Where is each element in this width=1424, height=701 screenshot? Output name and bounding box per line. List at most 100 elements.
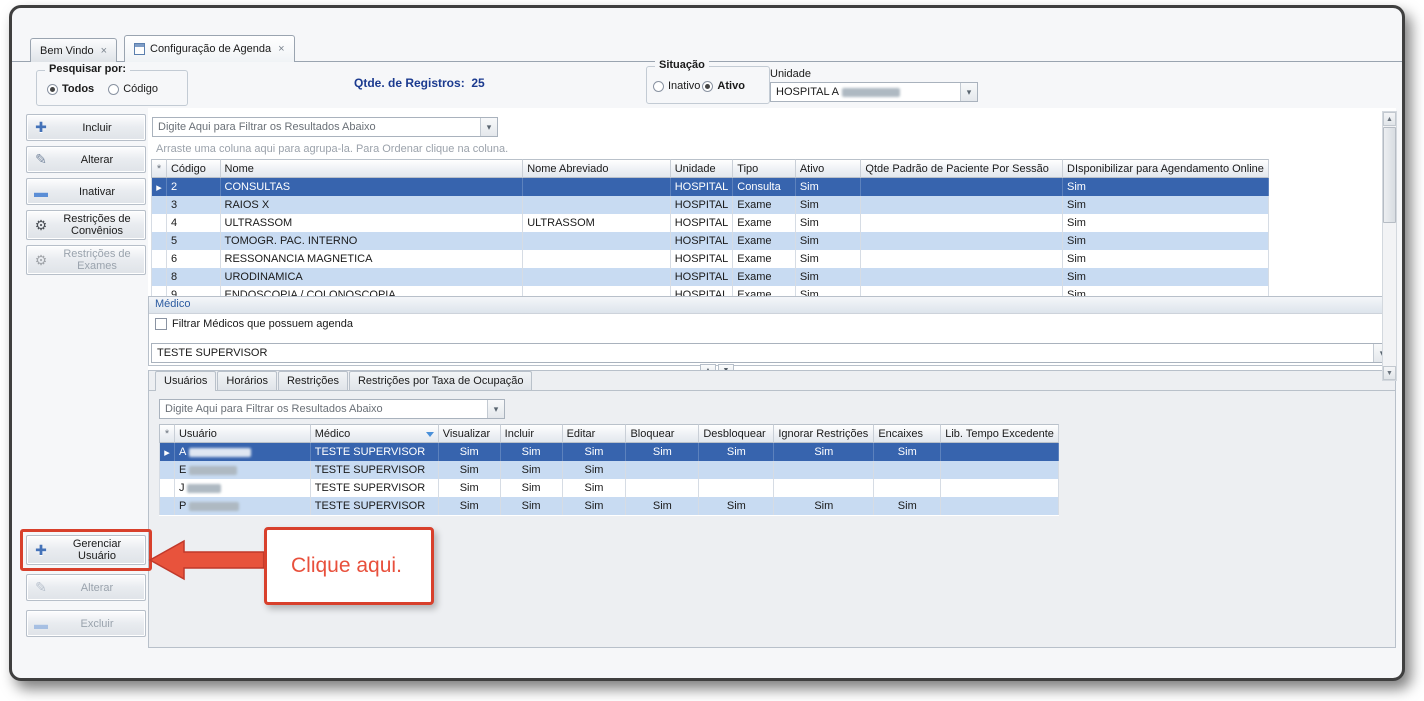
cell: 4	[167, 214, 221, 232]
radio-todos[interactable]: Todos	[47, 83, 94, 95]
alterar-button[interactable]: ✎Alterar	[26, 146, 146, 173]
cell: Sim	[563, 479, 627, 497]
table-row[interactable]: PTESTE SUPERVISORSimSimSimSimSimSimSim	[159, 497, 1059, 515]
column-header[interactable]: *	[159, 424, 175, 443]
tab-restricoes-por-taxa-de-ocupacao[interactable]: Restrições por Taxa de Ocupação	[349, 371, 533, 390]
unidade-label: Unidade	[770, 68, 811, 80]
medico-select[interactable]: TESTE SUPERVISOR ▾	[151, 343, 1391, 363]
grid1-filter-input[interactable]: Digite Aqui para Filtrar os Resultados A…	[152, 117, 498, 137]
column-header[interactable]: Tipo	[733, 159, 796, 178]
column-header[interactable]: Unidade	[671, 159, 734, 178]
incluir-button[interactable]: ✚Incluir	[26, 114, 146, 141]
column-header[interactable]: *	[151, 159, 167, 178]
radio-inativo[interactable]: Inativo	[653, 80, 700, 92]
filter-medicos-checkbox[interactable]	[155, 318, 167, 330]
column-header[interactable]: Bloquear	[626, 424, 699, 443]
cell: P	[175, 497, 311, 515]
minus-icon: ▬	[29, 184, 53, 200]
gerenciar-usuario-button[interactable]: ✚Gerenciar Usuário	[26, 535, 146, 565]
close-icon[interactable]: ×	[278, 43, 284, 55]
situacao-groupbox: Situação Inativo Ativo	[646, 66, 770, 104]
scrollbar-thumb[interactable]	[1383, 127, 1396, 223]
table-row[interactable]: 3RAIOS XHOSPITALExameSimSim	[151, 196, 1269, 214]
excluir-button[interactable]: ▬Excluir	[26, 610, 146, 637]
column-header[interactable]: Nome	[221, 159, 524, 178]
radio-ativo[interactable]: Ativo	[702, 80, 745, 92]
radio-codigo[interactable]: Código	[108, 83, 158, 95]
restricoes-de-exames-button[interactable]: ⚙Restrições de Exames	[26, 245, 146, 275]
cell: Sim	[563, 461, 627, 479]
cell: Sim	[439, 479, 501, 497]
cell: Sim	[439, 443, 501, 461]
cell	[523, 250, 671, 268]
cell	[626, 461, 699, 479]
usuarios-tab-strip: UsuáriosHoráriosRestriçõesRestrições por…	[149, 371, 1395, 391]
filter-funnel-icon[interactable]	[426, 432, 434, 437]
column-header[interactable]: Usuário	[175, 424, 311, 443]
cell: 3	[167, 196, 221, 214]
chevron-down-icon[interactable]: ▾	[487, 400, 504, 418]
cell	[861, 178, 1063, 196]
grid2-filter-input[interactable]: Digite Aqui para Filtrar os Resultados A…	[159, 399, 505, 419]
tab-horarios[interactable]: Horários	[217, 371, 277, 390]
cell: Sim	[501, 443, 563, 461]
cell	[523, 268, 671, 286]
cell: Exame	[733, 268, 796, 286]
table-row[interactable]: ▸ATESTE SUPERVISORSimSimSimSimSimSimSim	[159, 443, 1059, 461]
cell: TESTE SUPERVISOR	[311, 443, 439, 461]
table-row[interactable]: 4ULTRASSOMULTRASSOMHOSPITALExameSimSim	[151, 214, 1269, 232]
tab-configuracao-de-agenda[interactable]: Configuração de Agenda ×	[124, 35, 295, 62]
column-header[interactable]: Ativo	[796, 159, 862, 178]
table-row[interactable]: 8URODINAMICAHOSPITALExameSimSim	[151, 268, 1269, 286]
cell: Sim	[1063, 178, 1269, 196]
column-header[interactable]: Ignorar Restrições	[774, 424, 874, 443]
gear-icon: ⚙	[29, 252, 53, 269]
column-header[interactable]: Desbloquear	[699, 424, 774, 443]
unidade-select[interactable]: HOSPITAL A ▾	[770, 82, 978, 102]
tab-bem-vindo[interactable]: Bem Vindo ×	[30, 38, 117, 62]
cell	[941, 443, 1059, 461]
column-header[interactable]: Lib. Tempo Excedente	[941, 424, 1059, 443]
column-header[interactable]: Visualizar	[439, 424, 501, 443]
restricoes-de-convenios-button[interactable]: ⚙Restrições de Convênios	[26, 210, 146, 240]
column-header[interactable]: Nome Abreviado	[523, 159, 671, 178]
scroll-up-icon[interactable]: ▲	[1383, 112, 1396, 126]
scroll-down-icon[interactable]: ▼	[1383, 366, 1396, 380]
column-header[interactable]: Incluir	[501, 424, 563, 443]
table-row[interactable]: 6RESSONANCIA MAGNETICAHOSPITALExameSimSi…	[151, 250, 1269, 268]
cell: HOSPITAL	[671, 196, 734, 214]
table-row[interactable]: ▸2CONSULTASHOSPITALConsultaSimSim	[151, 178, 1269, 196]
document-icon	[134, 43, 145, 55]
inativar-button[interactable]: ▬Inativar	[26, 178, 146, 205]
checkbox-label: Filtrar Médicos que possuem agenda	[172, 318, 353, 330]
cell	[941, 497, 1059, 515]
cell	[874, 479, 941, 497]
column-header[interactable]: Código	[167, 159, 221, 178]
chevron-down-icon[interactable]: ▾	[960, 83, 977, 101]
cell: Exame	[733, 232, 796, 250]
column-header[interactable]: Editar	[563, 424, 627, 443]
table-row[interactable]: JTESTE SUPERVISORSimSimSim	[159, 479, 1059, 497]
cell: HOSPITAL	[671, 214, 734, 232]
pesquisar-groupbox: Pesquisar por: Todos Código	[36, 70, 188, 106]
table-row[interactable]: 5TOMOGR. PAC. INTERNOHOSPITALExameSimSim	[151, 232, 1269, 250]
column-header[interactable]: Encaixes	[874, 424, 941, 443]
cell: Sim	[439, 497, 501, 515]
cell: Sim	[1063, 196, 1269, 214]
tab-restricoes[interactable]: Restrições	[278, 371, 348, 390]
redacted-text	[189, 502, 239, 511]
alterar-button[interactable]: ✎Alterar	[26, 574, 146, 601]
column-header[interactable]: Médico	[311, 424, 439, 443]
chevron-down-icon[interactable]: ▾	[480, 118, 497, 136]
radio-label: Ativo	[717, 80, 745, 92]
column-header[interactable]: DIsponibilizar para Agendamento Online	[1063, 159, 1269, 178]
button-label: Restrições de Exames	[53, 248, 141, 272]
column-header[interactable]: Qtde Padrão de Paciente Por Sessão	[861, 159, 1063, 178]
cell	[941, 461, 1059, 479]
cell: Sim	[1063, 214, 1269, 232]
button-label: Incluir	[53, 122, 141, 134]
table-row[interactable]: ETESTE SUPERVISORSimSimSim	[159, 461, 1059, 479]
tab-usuarios[interactable]: Usuários	[155, 371, 216, 391]
close-icon[interactable]: ×	[101, 45, 107, 57]
vertical-scrollbar[interactable]: ▲ ▼	[1382, 111, 1397, 381]
